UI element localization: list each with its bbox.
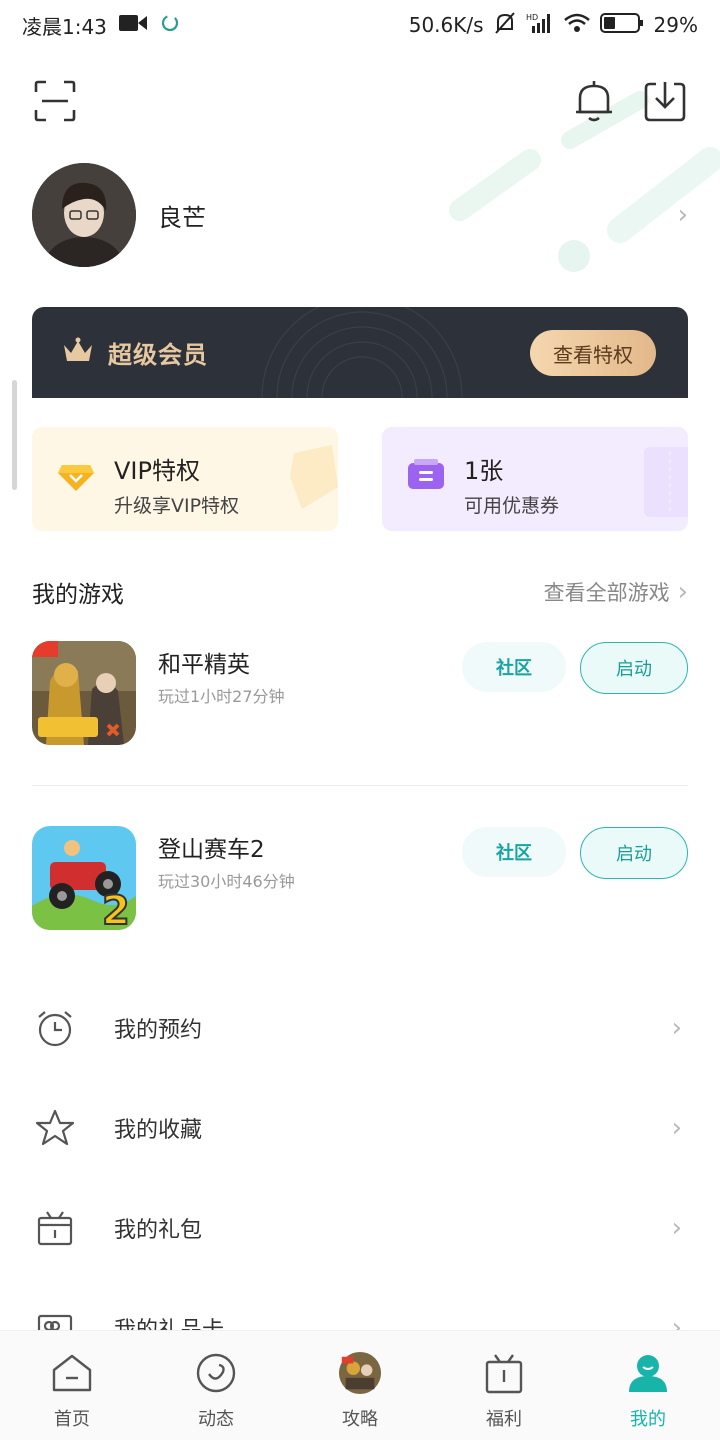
view-privileges-button[interactable]: 查看特权 [530, 330, 656, 376]
home-icon [50, 1351, 94, 1395]
nav-item-feed[interactable]: 动态 [144, 1331, 288, 1440]
alarm-clock-icon [32, 1005, 78, 1051]
chevron-right-icon: › [671, 1113, 682, 1143]
nav-label: 福利 [486, 1409, 522, 1430]
network-speed: 50.6K/s [408, 13, 484, 37]
community-button[interactable]: 社区 [462, 827, 566, 877]
divider [32, 785, 688, 786]
menu-item-reservations[interactable]: 我的预约 › [32, 998, 688, 1058]
game-avatar-icon [338, 1351, 382, 1395]
game-playtime: 玩过1小时27分钟 [158, 687, 285, 706]
ticket-icon [406, 455, 446, 495]
svg-text:2: 2 [102, 888, 130, 930]
launch-button[interactable]: 启动 [580, 827, 688, 879]
status-time: 凌晨1:43 [22, 14, 107, 39]
nav-label: 我的 [630, 1409, 666, 1430]
my-games-header: 我的游戏 查看全部游戏 › [32, 574, 688, 610]
star-icon [32, 1105, 78, 1151]
status-bar: 凌晨1:43 50.6K/s HD 29% [0, 0, 720, 50]
nav-item-welfare[interactable]: 福利 [432, 1331, 576, 1440]
profile-row[interactable]: 良芒 › [32, 160, 688, 270]
scroll-indicator[interactable] [12, 380, 17, 490]
nav-label: 动态 [198, 1409, 234, 1430]
menu-label: 我的预约 [114, 1018, 203, 1043]
nav-item-home[interactable]: 首页 [0, 1331, 144, 1440]
video-record-icon [118, 13, 147, 38]
hill-climb-racing-2-game-icon[interactable]: 2 [32, 826, 136, 930]
gift-icon [482, 1351, 526, 1395]
nav-item-me[interactable]: 我的 [576, 1331, 720, 1440]
my-games-title: 我的游戏 [32, 582, 124, 608]
vip-card-subtitle: 升级享VIP特权 [114, 495, 240, 517]
crown-icon [62, 337, 94, 365]
chevron-right-icon: › [677, 200, 688, 230]
mute-bell-icon [494, 11, 516, 40]
game-name: 和平精英 [158, 652, 250, 678]
coupon-subtitle: 可用优惠券 [464, 495, 560, 517]
nav-label: 首页 [54, 1409, 90, 1430]
download-icon[interactable] [642, 78, 688, 124]
signal-hd-icon: HD [526, 12, 554, 39]
coupon-count: 1张 [464, 457, 504, 485]
nav-label: 攻略 [342, 1409, 378, 1430]
view-all-games-label: 查看全部游戏 [543, 581, 670, 605]
view-all-games-link[interactable]: 查看全部游戏 › [544, 577, 688, 607]
game-row[interactable]: 2 登山赛车2 玩过30小时46分钟 社区 启动 [32, 826, 688, 930]
bottom-nav: 首页 动态 攻略 福利 我的 [0, 1330, 720, 1440]
chevron-right-icon: › [671, 1013, 682, 1043]
avatar[interactable] [32, 163, 136, 267]
game-row[interactable]: 和平精英 玩过1小时27分钟 社区 启动 [32, 641, 688, 745]
battery-level: 29% [653, 13, 698, 37]
vip-banner-title: 超级会员 [108, 341, 208, 369]
menu-item-gift-packs[interactable]: 我的礼包 › [32, 1198, 688, 1258]
header [0, 60, 720, 140]
vip-card-title: VIP特权 [114, 457, 200, 485]
feed-icon [194, 1351, 238, 1395]
menu-item-favorites[interactable]: 我的收藏 › [32, 1098, 688, 1158]
menu-label: 我的礼包 [114, 1218, 203, 1243]
nav-item-guides[interactable]: 攻略 [288, 1331, 432, 1440]
sync-icon [159, 12, 181, 39]
profile-icon [626, 1351, 670, 1395]
community-button[interactable]: 社区 [462, 642, 566, 692]
svg-text:HD: HD [526, 13, 538, 22]
diamond-icon [56, 455, 96, 495]
wifi-icon [563, 13, 590, 38]
launch-button[interactable]: 启动 [580, 642, 688, 694]
vip-privilege-card[interactable]: VIP特权 升级享VIP特权 [32, 427, 338, 531]
chevron-right-icon: › [677, 577, 688, 607]
super-vip-banner[interactable]: 超级会员 查看特权 [32, 307, 688, 403]
chevron-right-icon: › [671, 1213, 682, 1243]
menu-label: 我的收藏 [114, 1118, 203, 1143]
coupon-card[interactable]: 1张 可用优惠券 [382, 427, 688, 531]
battery-icon [599, 12, 644, 39]
scan-icon[interactable] [32, 78, 78, 124]
notification-bell-icon[interactable] [572, 78, 616, 124]
game-name: 登山赛车2 [158, 837, 265, 863]
gift-box-icon [32, 1205, 78, 1251]
username: 良芒 [158, 203, 206, 232]
game-playtime: 玩过30小时46分钟 [158, 872, 295, 891]
peace-elite-game-icon[interactable] [32, 641, 136, 745]
